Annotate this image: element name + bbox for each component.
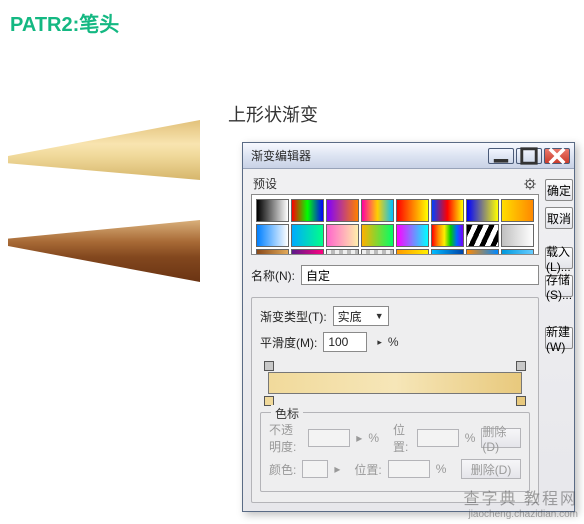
new-button[interactable]: 新建(W) (545, 327, 573, 349)
preset-swatch[interactable] (361, 199, 394, 222)
watermark-line1: 查字典 教程网 (464, 491, 578, 509)
percent-symbol: % (388, 335, 399, 349)
smoothness-value: 100 (328, 335, 348, 349)
preset-swatch[interactable] (501, 224, 534, 247)
smoothness-stepper-icon[interactable]: ▸ (377, 337, 382, 348)
preset-swatch[interactable] (431, 224, 464, 247)
save-button[interactable]: 存储(S)... (545, 275, 573, 297)
pencil-tip-lower (8, 220, 200, 282)
presets-box (251, 194, 539, 255)
percent-symbol: % (465, 431, 476, 445)
color-picker-icon: ▸ (334, 462, 340, 476)
preset-swatch[interactable] (291, 249, 324, 255)
presets-label: 预设 (253, 175, 277, 192)
smoothness-input[interactable]: 100 (323, 332, 367, 352)
preset-swatch[interactable] (431, 249, 464, 255)
preset-swatch[interactable] (326, 199, 359, 222)
preset-swatch[interactable] (326, 249, 359, 255)
preset-swatch[interactable] (396, 249, 429, 255)
gradient-type-label: 渐变类型(T): (260, 308, 327, 325)
percent-symbol: % (368, 431, 379, 445)
preset-swatch[interactable] (256, 199, 289, 222)
percent-symbol: % (436, 462, 447, 476)
gradient-type-value: 实底 (338, 308, 362, 325)
name-input[interactable] (301, 265, 539, 285)
titlebar[interactable]: 渐变编辑器 (243, 143, 574, 169)
opacity-field-label: 不透明度: (269, 421, 302, 455)
minimize-button[interactable] (488, 148, 514, 164)
load-button[interactable]: 载入(L)... (545, 247, 573, 269)
preset-swatch[interactable] (256, 249, 289, 255)
color-location-field (388, 460, 430, 478)
gradient-editor-window: 渐变编辑器 预设 名称(N): (242, 142, 575, 512)
page-heading: PATR2:笔头 (10, 8, 119, 37)
shape-caption: 上形状渐变 (228, 101, 318, 127)
preset-swatch[interactable] (431, 199, 464, 222)
preset-swatch[interactable] (396, 199, 429, 222)
window-title: 渐变编辑器 (251, 147, 488, 164)
preset-swatch[interactable] (291, 224, 324, 247)
preset-swatch[interactable] (396, 224, 429, 247)
pencil-tip-upper (8, 120, 200, 180)
preset-swatch[interactable] (291, 199, 324, 222)
preset-swatch[interactable] (466, 224, 499, 247)
opacity-stop-left[interactable] (264, 361, 274, 371)
preset-swatch[interactable] (466, 249, 499, 255)
cancel-button[interactable]: 取消 (545, 207, 573, 229)
gradient-strip[interactable] (268, 372, 522, 394)
opacity-location-field (417, 429, 459, 447)
smoothness-label: 平滑度(M): (260, 334, 317, 351)
preset-swatch[interactable] (501, 199, 534, 222)
colorstop-legend: 色标 (271, 405, 303, 422)
preset-swatch[interactable] (256, 224, 289, 247)
presets-menu-icon[interactable] (523, 177, 537, 191)
delete-opacity-stop-button: 删除(D) (481, 428, 521, 448)
gradient-strip-area[interactable] (260, 360, 530, 406)
ok-button[interactable]: 确定 (545, 179, 573, 201)
opacity-stop-right[interactable] (516, 361, 526, 371)
watermark-line2: jiaocheng.chazidian.com (464, 509, 578, 520)
maximize-button[interactable] (516, 148, 542, 164)
opacity-stepper-icon: ▸ (356, 431, 362, 445)
colorstop-group: 色标 不透明度: ▸ % 位置: % 删除(D) 颜色: ▸ 位置: (260, 412, 530, 492)
preset-swatch[interactable] (361, 224, 394, 247)
location-field-label: 位置: (354, 461, 381, 478)
location-field-label: 位置: (393, 421, 411, 455)
gradient-options-group: 渐变类型(T): 实底 ▼ 平滑度(M): 100 ▸ % (251, 297, 539, 503)
preset-swatch[interactable] (326, 224, 359, 247)
color-field-label: 颜色: (269, 461, 296, 478)
preset-swatch[interactable] (501, 249, 534, 255)
opacity-field (308, 429, 350, 447)
close-button[interactable] (544, 148, 570, 164)
delete-color-stop-button: 删除(D) (461, 459, 521, 479)
color-stop-right[interactable] (516, 396, 526, 406)
color-swatch (302, 460, 328, 478)
name-label: 名称(N): (251, 267, 295, 284)
chevron-down-icon: ▼ (375, 311, 384, 321)
watermark: 查字典 教程网 jiaocheng.chazidian.com (464, 491, 578, 520)
preset-swatch[interactable] (466, 199, 499, 222)
gradient-type-select[interactable]: 实底 ▼ (333, 306, 389, 326)
preset-swatch[interactable] (361, 249, 394, 255)
